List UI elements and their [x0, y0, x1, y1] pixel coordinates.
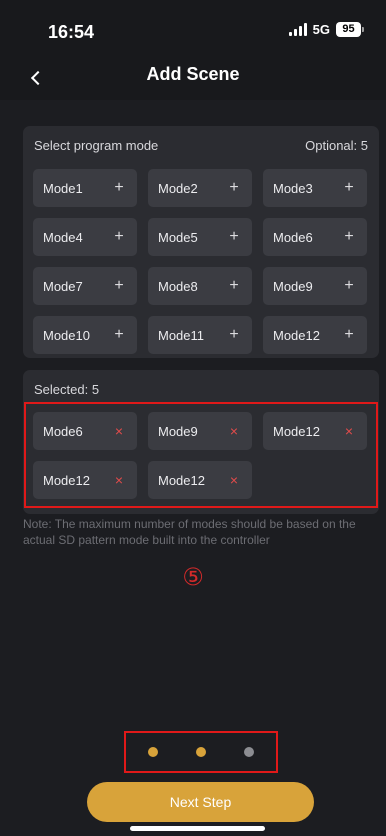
selected-mode-chip[interactable]: Mode12 ×: [33, 461, 137, 499]
mode-chip[interactable]: Mode6 +: [263, 218, 367, 256]
selected-mode-label: Mode9: [158, 423, 198, 439]
status-time: 16:54: [48, 22, 95, 42]
add-icon[interactable]: +: [107, 274, 131, 298]
optional-count: Optional: 5: [305, 138, 368, 153]
add-icon[interactable]: +: [107, 225, 131, 249]
remove-icon[interactable]: ×: [337, 419, 361, 443]
mode-label: Mode3: [273, 180, 313, 196]
mode-label: Mode10: [43, 327, 90, 343]
add-icon[interactable]: +: [222, 274, 246, 298]
add-icon[interactable]: +: [222, 225, 246, 249]
program-mode-label: Select program mode: [34, 138, 159, 153]
add-icon[interactable]: +: [337, 274, 361, 298]
selected-grid: Mode6 × Mode9 × Mode12 × Mode12 × Mode12 ×: [33, 412, 367, 499]
selected-mode-chip[interactable]: Mode6 ×: [33, 412, 137, 450]
battery-level: 95: [336, 22, 361, 37]
mode-chip[interactable]: Mode10 +: [33, 316, 137, 354]
mode-chip[interactable]: Mode11 +: [148, 316, 252, 354]
mode-chip[interactable]: Mode5 +: [148, 218, 252, 256]
mode-label: Mode9: [273, 278, 313, 294]
mode-chip[interactable]: Mode12 +: [263, 316, 367, 354]
header: Add Scene: [0, 58, 386, 100]
mode-chip[interactable]: Mode4 +: [33, 218, 137, 256]
mode-label: Mode7: [43, 278, 83, 294]
add-icon[interactable]: +: [222, 323, 246, 347]
step-marker: ⑤: [182, 564, 204, 591]
network-label: 5G: [312, 22, 330, 37]
add-icon[interactable]: +: [107, 323, 131, 347]
selected-modes-card: Selected: 5 Mode6 × Mode9 × Mode12 × Mode12 × Mo…: [23, 370, 379, 514]
page-title: Add Scene: [146, 64, 240, 84]
selected-mode-label: Mode12: [43, 472, 90, 488]
mode-label: Mode12: [273, 327, 320, 343]
mode-chip[interactable]: Mode9 +: [263, 267, 367, 305]
battery-icon: 95: [336, 22, 364, 37]
status-bar: 16:54 5G 95: [0, 0, 386, 58]
home-indicator: [130, 826, 265, 831]
remove-icon[interactable]: ×: [222, 468, 246, 492]
mode-chip[interactable]: Mode8 +: [148, 267, 252, 305]
remove-icon[interactable]: ×: [107, 419, 131, 443]
next-step-button[interactable]: Next Step: [87, 782, 314, 822]
selected-mode-label: Mode12: [158, 472, 205, 488]
remove-icon[interactable]: ×: [222, 419, 246, 443]
page-dot[interactable]: [244, 747, 254, 757]
mode-label: Mode6: [273, 229, 313, 245]
mode-chip[interactable]: Mode1 +: [33, 169, 137, 207]
mode-label: Mode8: [158, 278, 198, 294]
mode-label: Mode2: [158, 180, 198, 196]
note-text: Note: The maximum number of modes should…: [23, 517, 356, 547]
mode-label: Mode1: [43, 180, 83, 196]
page-dot[interactable]: [196, 747, 206, 757]
status-indicators: 5G 95: [288, 22, 364, 37]
mode-chip[interactable]: Mode7 +: [33, 267, 137, 305]
signal-icon: [288, 23, 307, 36]
selected-mode-label: Mode12: [273, 423, 320, 439]
selected-mode-chip[interactable]: Mode12 ×: [263, 412, 367, 450]
add-icon[interactable]: +: [107, 176, 131, 200]
selected-mode-label: Mode6: [43, 423, 83, 439]
program-mode-card: Select program mode Optional: 5 Mode1 + Mo…: [23, 126, 379, 358]
add-icon[interactable]: +: [337, 176, 361, 200]
remove-icon[interactable]: ×: [107, 468, 131, 492]
selected-mode-chip[interactable]: Mode12 ×: [148, 461, 252, 499]
mode-grid: Mode1 + Mode2 + Mode3 + Mode4 + Mode5 + Mode6 + Mode…: [33, 169, 367, 354]
page-dot[interactable]: [148, 747, 158, 757]
add-icon[interactable]: +: [337, 225, 361, 249]
pagination-dots: [124, 731, 278, 773]
mode-label: Mode4: [43, 229, 83, 245]
mode-chip[interactable]: Mode2 +: [148, 169, 252, 207]
add-icon[interactable]: +: [222, 176, 246, 200]
add-scene-screen: 16:54 5G 95 Add Scene Select program mod…: [0, 0, 386, 836]
mode-chip[interactable]: Mode3 +: [263, 169, 367, 207]
mode-label: Mode11: [158, 327, 205, 343]
selected-label: Selected: 5: [34, 382, 100, 397]
selected-mode-chip[interactable]: Mode9 ×: [148, 412, 252, 450]
add-icon[interactable]: +: [337, 323, 361, 347]
mode-label: Mode5: [158, 229, 198, 245]
